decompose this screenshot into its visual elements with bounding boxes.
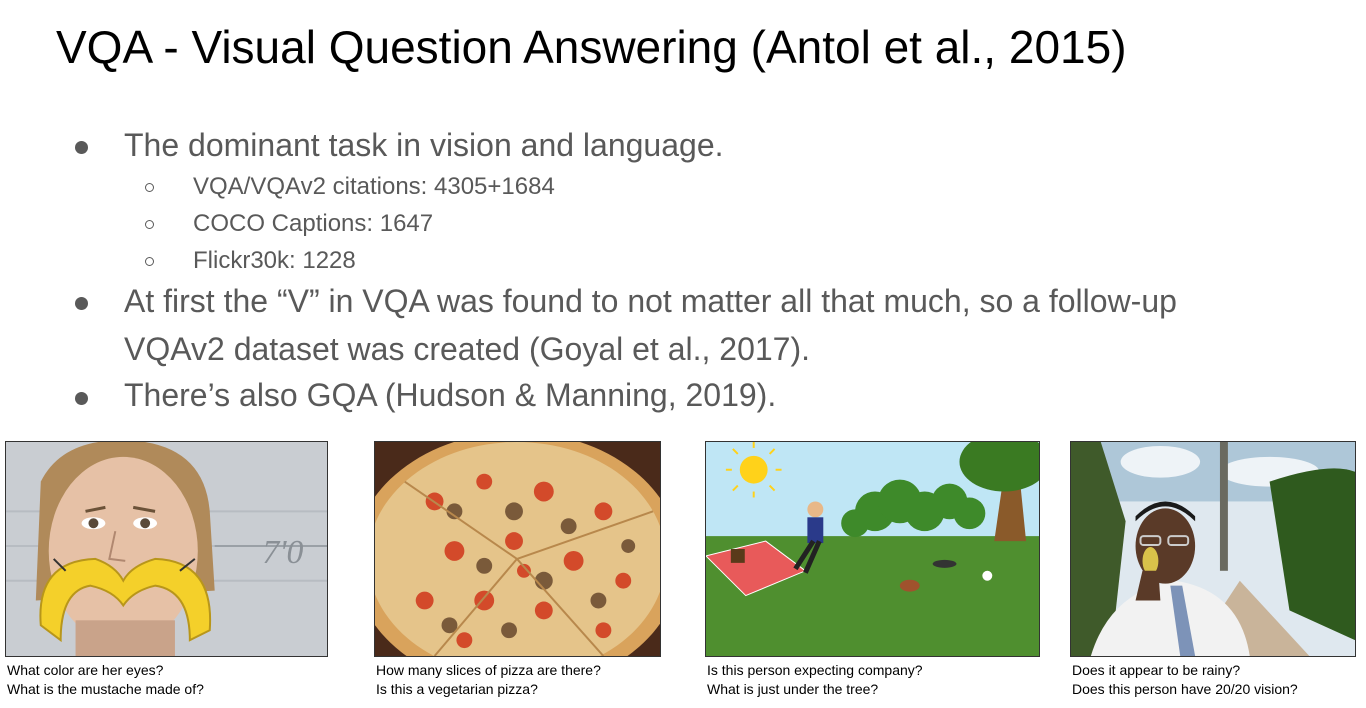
question: What is the mustache made of? [7,681,204,697]
question: What is just under the tree? [707,681,879,697]
sub-bullet-3: Flickr30k: 1228 [193,247,356,274]
sub-bullet-2: COCO Captions: 1647 [193,210,434,237]
sub-bullet-1: VQA/VQAv2 citations: 4305+1684 [193,173,555,200]
cartoon-picnic-scene [705,441,1040,657]
sub-bullet-circle-icon [145,220,154,229]
example-2-questions: How many slices of pizza are there? Is t… [376,661,601,699]
question: Does this person have 20/20 vision? [1072,681,1298,697]
example-1-questions: What color are her eyes? What is the mus… [7,661,204,699]
girl-banana-photo: 7'0 [5,441,328,657]
question: Is this a vegetarian pizza? [376,681,538,697]
sub-bullet-circle-icon [145,257,154,266]
bullet-dot-icon [75,392,88,405]
bullet-2-line-2: VQAv2 dataset was created (Goyal et al.,… [124,331,810,367]
bullet-3: There’s also GQA (Hudson & Manning, 2019… [124,377,777,413]
bullet-dot-icon [75,141,88,154]
bullet-1: The dominant task in vision and language… [124,127,724,163]
question: Is this person expecting company? [707,662,923,678]
example-4-questions: Does it appear to be rainy? Does this pe… [1072,661,1298,699]
slide-title: VQA - Visual Question Answering (Antol e… [56,21,1127,73]
height-chart-text: 7'0 [262,534,303,571]
question: What color are her eyes? [7,662,164,678]
man-outdoors-photo [1070,441,1356,657]
question: Does it appear to be rainy? [1072,662,1241,678]
example-3-questions: Is this person expecting company? What i… [707,661,923,699]
question: How many slices of pizza are there? [376,662,601,678]
pizza-photo [374,441,661,657]
sub-bullet-circle-icon [145,183,154,192]
bullet-dot-icon [75,297,88,310]
bullet-2-line-1: At first the “V” in VQA was found to not… [124,283,1177,319]
